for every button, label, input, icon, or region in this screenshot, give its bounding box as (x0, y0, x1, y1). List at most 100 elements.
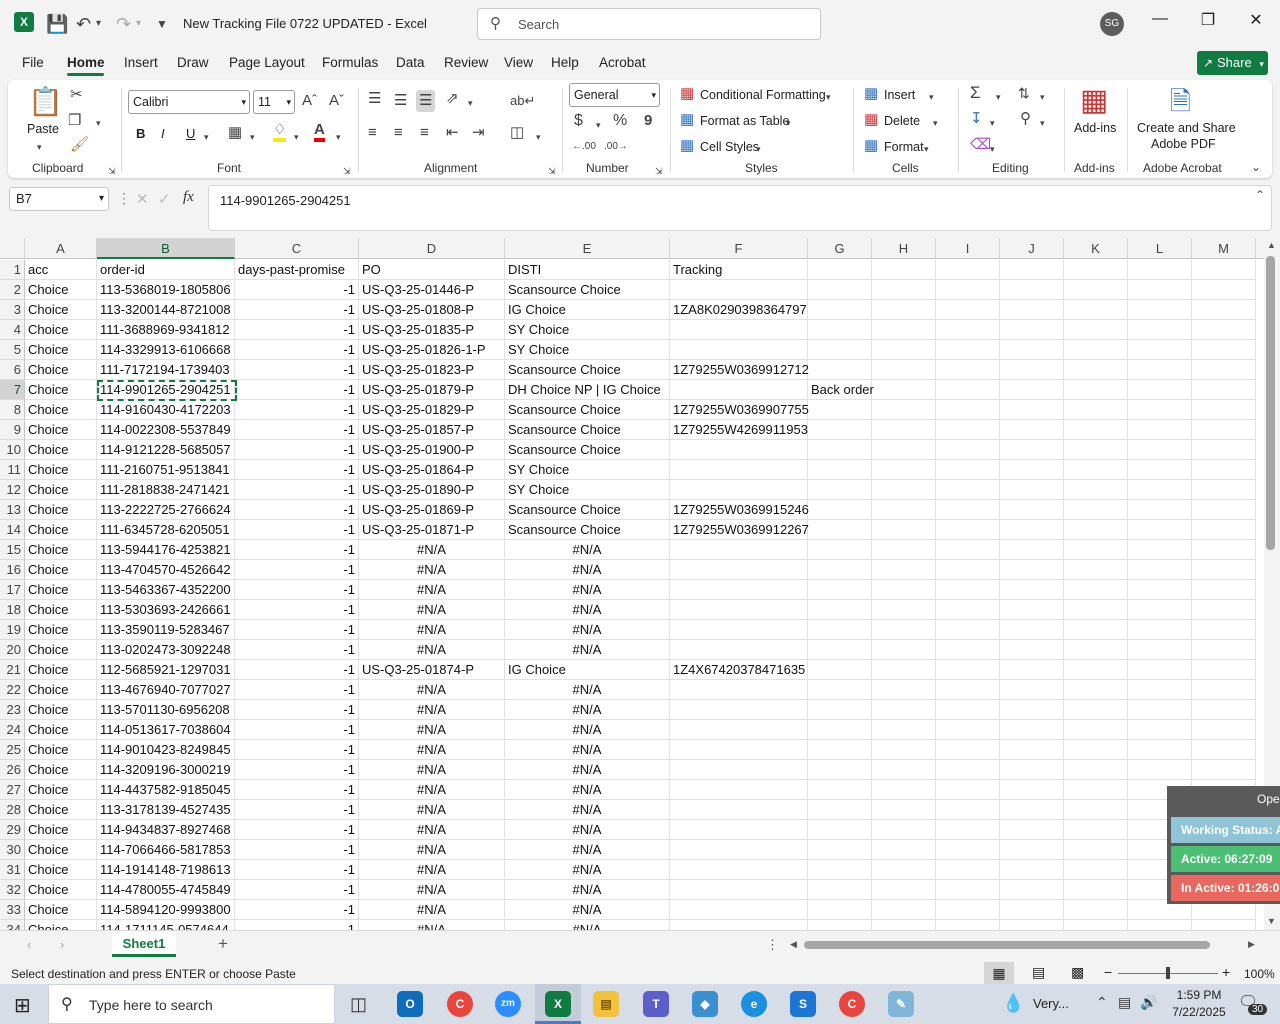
cell-b8[interactable]: 114-9160430-4172203 (97, 400, 235, 420)
cell-e27[interactable]: #N/A (505, 780, 670, 800)
format-as-table-dropdown-icon[interactable]: ▾ (786, 114, 791, 132)
next-sheet-icon[interactable]: › (60, 937, 64, 952)
cell-d11[interactable]: US-Q3-25-01864-P (359, 460, 505, 480)
cell-e24[interactable]: #N/A (505, 720, 670, 740)
cell-h9[interactable] (872, 420, 936, 440)
cell-k5[interactable] (1064, 340, 1128, 360)
row-header[interactable]: 25 (0, 740, 25, 760)
cell-c5[interactable]: -1 (235, 340, 359, 360)
vertical-scroll-thumb[interactable] (1266, 256, 1275, 550)
cell-h30[interactable] (872, 840, 936, 860)
share-button[interactable]: ↗ Share ▾ (1197, 51, 1268, 75)
cell-c2[interactable]: -1 (235, 280, 359, 300)
cell-e6[interactable]: Scansource Choice (505, 360, 670, 380)
cell-j28[interactable] (1000, 800, 1064, 820)
undo-icon[interactable]: ↶ (76, 12, 91, 36)
cell-f4[interactable] (670, 320, 808, 340)
save-icon[interactable]: 💾 (46, 12, 68, 36)
confirm-entry-icon[interactable]: ✓ (158, 190, 171, 208)
font-color-icon[interactable]: A (314, 122, 325, 142)
row-header[interactable]: 8 (0, 400, 25, 420)
cell-f22[interactable] (670, 680, 808, 700)
cell-f7[interactable] (670, 380, 808, 400)
cell-j5[interactable] (1000, 340, 1064, 360)
cell-k15[interactable] (1064, 540, 1128, 560)
cell-b6[interactable]: 111-7172194-1739403 (97, 360, 235, 380)
cancel-entry-icon[interactable]: ✕ (136, 190, 149, 208)
cell-k16[interactable] (1064, 560, 1128, 580)
font-color-dropdown-icon[interactable]: ▾ (336, 128, 341, 146)
cell-d33[interactable]: #N/A (359, 900, 505, 920)
cell-a9[interactable]: Choice (25, 420, 97, 440)
row-header[interactable]: 11 (0, 460, 25, 480)
cell-b29[interactable]: 114-9434837-8927468 (97, 820, 235, 840)
cell-k7[interactable] (1064, 380, 1128, 400)
column-header-g[interactable]: G (808, 238, 872, 259)
cell-f26[interactable] (670, 760, 808, 780)
cell-a28[interactable]: Choice (25, 800, 97, 820)
row-header[interactable]: 33 (0, 900, 25, 920)
cell-g2[interactable] (808, 280, 872, 300)
font-size-combo[interactable]: 11 ▾ (253, 90, 295, 114)
row-header[interactable]: 22 (0, 680, 25, 700)
row-header[interactable]: 6 (0, 360, 25, 380)
cell-a8[interactable]: Choice (25, 400, 97, 420)
tab-acrobat[interactable]: Acrobat (599, 55, 646, 70)
cell-i23[interactable] (936, 700, 1000, 720)
cell-l25[interactable] (1128, 740, 1192, 760)
cell-j21[interactable] (1000, 660, 1064, 680)
cell-e23[interactable]: #N/A (505, 700, 670, 720)
cell-c4[interactable]: -1 (235, 320, 359, 340)
task-view-icon[interactable]: ◫ (350, 994, 367, 1015)
collapse-ribbon-icon[interactable]: ⌄ (1251, 158, 1261, 176)
page-layout-view-icon[interactable]: ▤ (1032, 964, 1045, 981)
cell-c19[interactable]: -1 (235, 620, 359, 640)
cell-h31[interactable] (872, 860, 936, 880)
row-header[interactable]: 14 (0, 520, 25, 540)
cell-j33[interactable] (1000, 900, 1064, 920)
tab-home[interactable]: Home (67, 55, 105, 70)
currency-dropdown-icon[interactable]: ▾ (596, 116, 601, 134)
cell-c15[interactable]: -1 (235, 540, 359, 560)
cell-j4[interactable] (1000, 320, 1064, 340)
cell-k3[interactable] (1064, 300, 1128, 320)
cell-m2[interactable] (1192, 280, 1256, 300)
cell-g30[interactable] (808, 840, 872, 860)
cell-e8[interactable]: Scansource Choice (505, 400, 670, 420)
cell-g6[interactable] (808, 360, 872, 380)
cell-a13[interactable]: Choice (25, 500, 97, 520)
cell-j14[interactable] (1000, 520, 1064, 540)
paste-dropdown-icon[interactable]: ▾ (37, 138, 42, 156)
cell-i3[interactable] (936, 300, 1000, 320)
teams-icon[interactable]: T (643, 991, 669, 1017)
cell-e7[interactable]: DH Choice NP | IG Choice (505, 380, 670, 400)
tab-page-layout[interactable]: Page Layout (229, 55, 305, 70)
cell-a3[interactable]: Choice (25, 300, 97, 320)
cell-j3[interactable] (1000, 300, 1064, 320)
cell-b17[interactable]: 113-5463367-4352200 (97, 580, 235, 600)
cell-j22[interactable] (1000, 680, 1064, 700)
cell-h33[interactable] (872, 900, 936, 920)
cell-c24[interactable]: -1 (235, 720, 359, 740)
cell-f27[interactable] (670, 780, 808, 800)
cell-e1[interactable]: DISTI (505, 260, 670, 280)
cell-k1[interactable] (1064, 260, 1128, 280)
tab-data[interactable]: Data (396, 55, 425, 70)
cell-f10[interactable] (670, 440, 808, 460)
conditional-formatting-button[interactable]: Conditional Formatting (700, 88, 826, 102)
cell-h20[interactable] (872, 640, 936, 660)
redo-dropdown-icon[interactable]: ▾ (136, 12, 141, 36)
cell-e18[interactable]: #N/A (505, 600, 670, 620)
row-header[interactable]: 29 (0, 820, 25, 840)
format-cells-dropdown-icon[interactable]: ▾ (924, 140, 929, 158)
cell-k12[interactable] (1064, 480, 1128, 500)
orientation-dropdown-icon[interactable]: ▾ (468, 94, 473, 112)
cell-d1[interactable]: PO (359, 260, 505, 280)
cell-k30[interactable] (1064, 840, 1128, 860)
align-bottom-icon[interactable]: ☰ (416, 90, 436, 112)
cell-m18[interactable] (1192, 600, 1256, 620)
cell-g24[interactable] (808, 720, 872, 740)
increase-decimal-icon[interactable]: ←.00 (572, 138, 596, 156)
cell-g17[interactable] (808, 580, 872, 600)
cell-m13[interactable] (1192, 500, 1256, 520)
